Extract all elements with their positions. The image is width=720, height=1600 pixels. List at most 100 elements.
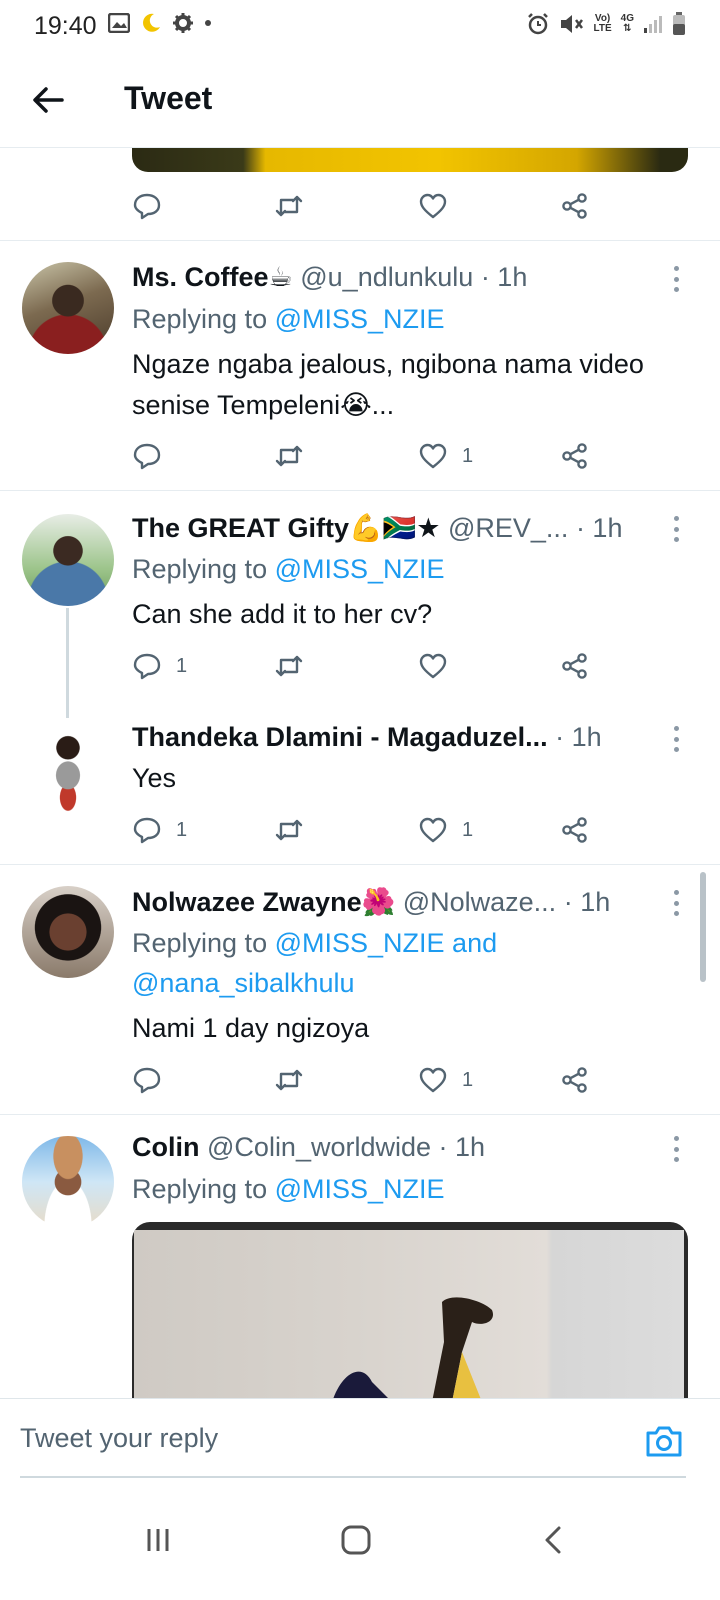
mention-link[interactable]: @MISS_NZIE: [275, 554, 445, 584]
chevron-left-icon: [545, 1526, 561, 1554]
home-button[interactable]: [326, 1510, 386, 1570]
reply-button[interactable]: 1: [132, 810, 187, 850]
tweet-actions: [132, 186, 602, 226]
replying-to: Replying to @MISS_NZIE: [132, 1174, 445, 1204]
tweet-time: · 1h: [438, 1132, 486, 1162]
moon-icon: [143, 13, 160, 32]
recent-apps-icon: [147, 1529, 169, 1551]
retweet-icon: [275, 195, 303, 217]
media-figure: [332, 1297, 493, 1402]
replying-to: Replying to @MISS_NZIE and: [132, 928, 498, 958]
comment-icon: [133, 653, 161, 680]
retweet-button[interactable]: [274, 646, 318, 686]
retweet-icon: [275, 819, 303, 841]
author-name[interactable]: The GREAT Gifty💪🇿🇦★: [132, 513, 440, 543]
replying-to: Replying to @MISS_NZIE: [132, 554, 445, 584]
retweet-icon: [275, 655, 303, 677]
recent-apps-button[interactable]: [128, 1510, 188, 1570]
author-name[interactable]: Colin: [132, 1132, 200, 1162]
system-back-button[interactable]: [524, 1510, 584, 1570]
avatar[interactable]: [22, 1136, 114, 1228]
more-button[interactable]: [672, 890, 680, 916]
tweet-media[interactable]: [132, 148, 688, 172]
avatar[interactable]: [22, 886, 114, 978]
comment-icon: [133, 193, 161, 220]
retweet-button[interactable]: [274, 186, 304, 226]
gallery-icon: [108, 13, 130, 33]
mention-link[interactable]: @MISS_NZIE and: [275, 928, 498, 958]
like-button[interactable]: 1: [418, 436, 473, 476]
scrollbar[interactable]: [700, 872, 706, 982]
reply-button[interactable]: [132, 1060, 176, 1100]
share-button[interactable]: [560, 1060, 590, 1100]
back-button[interactable]: [28, 80, 68, 120]
volte-indicator: Vo) LTE: [593, 13, 612, 34]
like-button[interactable]: 1: [418, 810, 473, 850]
more-button[interactable]: [672, 1136, 680, 1162]
reply-count: 1: [176, 654, 188, 677]
mention-link[interactable]: @nana_sibalkhulu: [132, 968, 355, 998]
reply-button[interactable]: [132, 436, 176, 476]
divider: [0, 1114, 720, 1115]
like-count: 1: [462, 818, 474, 841]
gear-icon: [173, 13, 193, 33]
retweet-icon: [275, 445, 303, 467]
reply-underline: [20, 1476, 686, 1478]
heart-icon: [419, 817, 447, 843]
avatar[interactable]: [22, 262, 114, 354]
like-button[interactable]: 1: [418, 1060, 473, 1100]
tweet-text: Can she add it to her cv?: [132, 599, 433, 629]
comment-icon: [133, 1067, 161, 1094]
share-button[interactable]: [560, 186, 590, 226]
share-icon: [562, 817, 587, 843]
author-name[interactable]: Ms. Coffee☕: [132, 262, 293, 292]
like-count: 1: [462, 444, 474, 467]
reply-button[interactable]: 1: [132, 646, 187, 686]
share-icon: [562, 1067, 587, 1093]
more-button[interactable]: [672, 516, 680, 542]
retweet-icon: [275, 1069, 303, 1091]
like-count: 1: [462, 1068, 474, 1091]
avatar[interactable]: [22, 514, 114, 606]
mute-icon: [560, 15, 583, 33]
camera-button[interactable]: [644, 1423, 684, 1459]
tweet-text: Ngaze ngaba jealous, ngibona nama video …: [132, 349, 644, 420]
author-name[interactable]: Nolwazee Zwayne🌺: [132, 887, 395, 917]
more-button[interactable]: [672, 726, 680, 752]
reply-bar: Tweet your reply: [0, 1398, 720, 1480]
battery-icon: [673, 12, 685, 35]
share-button[interactable]: [560, 810, 590, 850]
divider: [0, 864, 720, 865]
signal-icon: [644, 16, 662, 33]
retweet-button[interactable]: [274, 1060, 318, 1100]
share-icon: [562, 193, 587, 219]
dot-icon: [205, 20, 211, 26]
tweet-media[interactable]: [132, 1222, 688, 1402]
reply-button[interactable]: [132, 186, 162, 226]
author-name[interactable]: Thandeka Dlamini - Magaduzel...: [132, 722, 548, 752]
avatar[interactable]: [22, 722, 114, 814]
author-handle: @Nolwaze...: [402, 887, 557, 917]
retweet-button[interactable]: [274, 436, 318, 476]
mention-link[interactable]: @MISS_NZIE: [275, 1174, 445, 1204]
heart-icon: [419, 443, 447, 469]
tweet-time: · 1h: [555, 722, 602, 752]
comment-icon: [133, 817, 161, 844]
like-button[interactable]: [418, 646, 462, 686]
tweet-text: Yes: [132, 763, 177, 793]
tweet-actions: 1: [132, 1060, 602, 1100]
system-nav-bar: [0, 1480, 720, 1600]
page-title: Tweet: [124, 80, 213, 116]
share-button[interactable]: [560, 436, 590, 476]
reply-count: 1: [176, 818, 188, 841]
retweet-button[interactable]: [274, 810, 318, 850]
replying-to-continued: @nana_sibalkhulu: [132, 968, 355, 999]
mention-link[interactable]: @MISS_NZIE: [275, 304, 445, 334]
more-button[interactable]: [672, 266, 680, 292]
share-button[interactable]: [560, 646, 590, 686]
reply-input[interactable]: Tweet your reply: [20, 1423, 218, 1454]
comment-icon: [133, 443, 161, 470]
like-button[interactable]: [418, 186, 448, 226]
thread-line: [66, 608, 69, 718]
tweet-actions: 1: [132, 646, 602, 686]
